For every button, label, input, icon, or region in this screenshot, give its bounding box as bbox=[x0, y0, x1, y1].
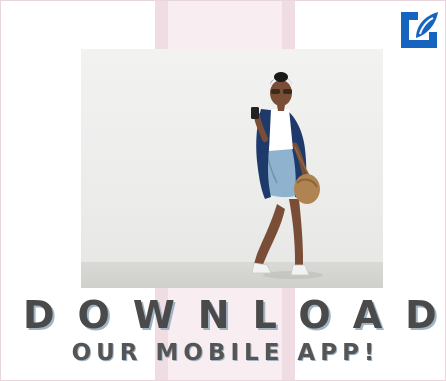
download-headline: DOWNLOAD bbox=[23, 293, 446, 337]
brand-logo-icon bbox=[401, 12, 438, 48]
woman-with-phone-photo bbox=[81, 49, 383, 288]
mobile-app-subheadline: OUR MOBILE APP! bbox=[71, 340, 380, 366]
woman-figure-illustration bbox=[251, 72, 323, 279]
download-app-banner[interactable]: DOWNLOAD OUR MOBILE APP! bbox=[0, 0, 446, 381]
